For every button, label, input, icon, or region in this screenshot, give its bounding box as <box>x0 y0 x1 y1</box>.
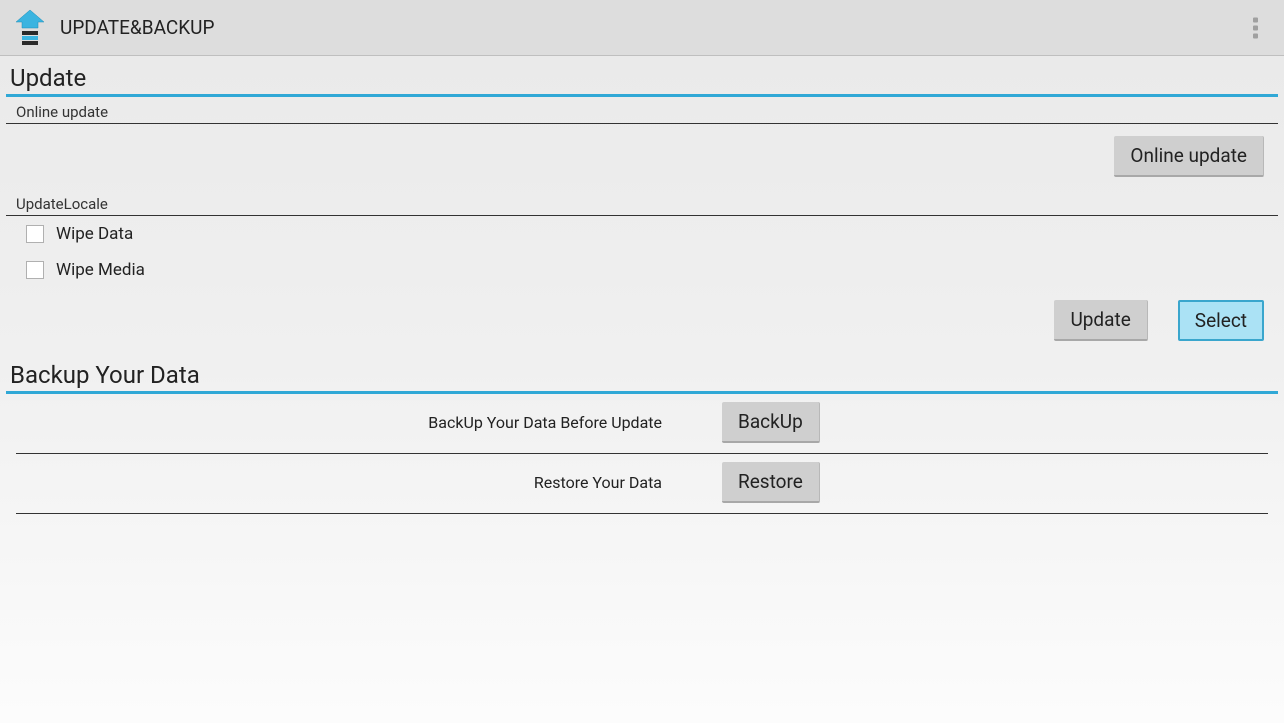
update-section-title: Update <box>6 56 1278 97</box>
content-area: Update Online update Online update Updat… <box>0 56 1284 514</box>
restore-row: Restore Your Data Restore <box>16 462 1268 514</box>
wipe-data-label: Wipe Data <box>56 224 133 244</box>
backup-button[interactable]: BackUp <box>722 402 820 443</box>
wipe-data-row: Wipe Data <box>6 216 1278 252</box>
wipe-media-row: Wipe Media <box>6 252 1278 288</box>
wipe-media-label: Wipe Media <box>56 260 145 280</box>
overflow-menu-icon[interactable] <box>1247 4 1264 51</box>
update-locale-subtitle: UpdateLocale <box>6 191 1278 216</box>
wipe-media-checkbox[interactable] <box>26 261 44 279</box>
online-update-row: Online update <box>6 124 1278 189</box>
action-bar: UPDATE&BACKUP <box>0 0 1284 56</box>
select-button[interactable]: Select <box>1178 300 1264 341</box>
restore-button[interactable]: Restore <box>722 462 820 503</box>
restore-text: Restore Your Data <box>362 473 662 492</box>
backup-section-title: Backup Your Data <box>6 353 1278 394</box>
online-update-subtitle: Online update <box>6 99 1278 124</box>
app-icon <box>10 8 50 48</box>
update-buttons-row: Update Select <box>6 288 1278 353</box>
online-update-button[interactable]: Online update <box>1114 136 1264 177</box>
backup-row: BackUp Your Data Before Update BackUp <box>16 402 1268 454</box>
update-button[interactable]: Update <box>1054 300 1147 341</box>
app-title: UPDATE&BACKUP <box>60 16 214 39</box>
backup-text: BackUp Your Data Before Update <box>362 413 662 432</box>
wipe-data-checkbox[interactable] <box>26 225 44 243</box>
